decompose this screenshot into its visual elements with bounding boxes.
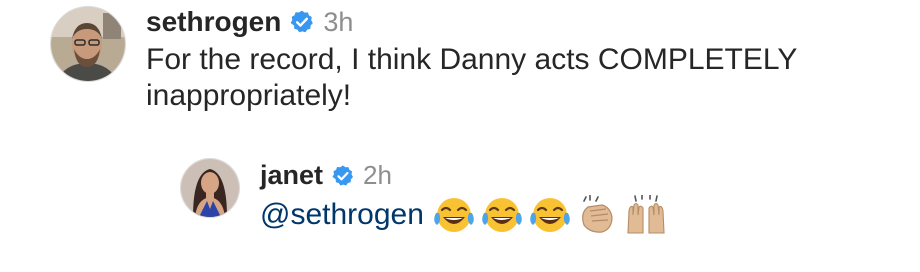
face-with-tears-of-joy-icon xyxy=(530,198,570,232)
comment-text: For the record, I think Danny acts COMPL… xyxy=(146,43,797,112)
verified-badge-icon xyxy=(290,10,314,33)
timestamp[interactable]: 2h xyxy=(363,160,392,191)
timestamp[interactable]: 3h xyxy=(323,7,353,38)
emoji-row xyxy=(432,195,668,235)
reply-body: janet 2h @sethrogen xyxy=(260,160,668,235)
username[interactable]: janet xyxy=(260,160,323,191)
comment-meta: sethrogen 3h xyxy=(146,6,906,38)
mention-link[interactable]: @sethrogen xyxy=(260,197,424,233)
clapping-hands-icon xyxy=(581,195,613,233)
raising-hands-icon xyxy=(627,195,665,234)
comment-body: sethrogen 3h For the record, I think Dan… xyxy=(146,6,906,114)
reply-meta: janet 2h xyxy=(260,160,668,191)
username[interactable]: sethrogen xyxy=(146,6,281,38)
verified-badge-icon xyxy=(332,165,354,185)
avatar[interactable] xyxy=(50,6,126,82)
reply-text: @sethrogen xyxy=(260,195,668,235)
avatar[interactable] xyxy=(180,158,240,218)
face-with-tears-of-joy-icon xyxy=(482,198,522,232)
face-with-tears-of-joy-icon xyxy=(434,198,474,232)
